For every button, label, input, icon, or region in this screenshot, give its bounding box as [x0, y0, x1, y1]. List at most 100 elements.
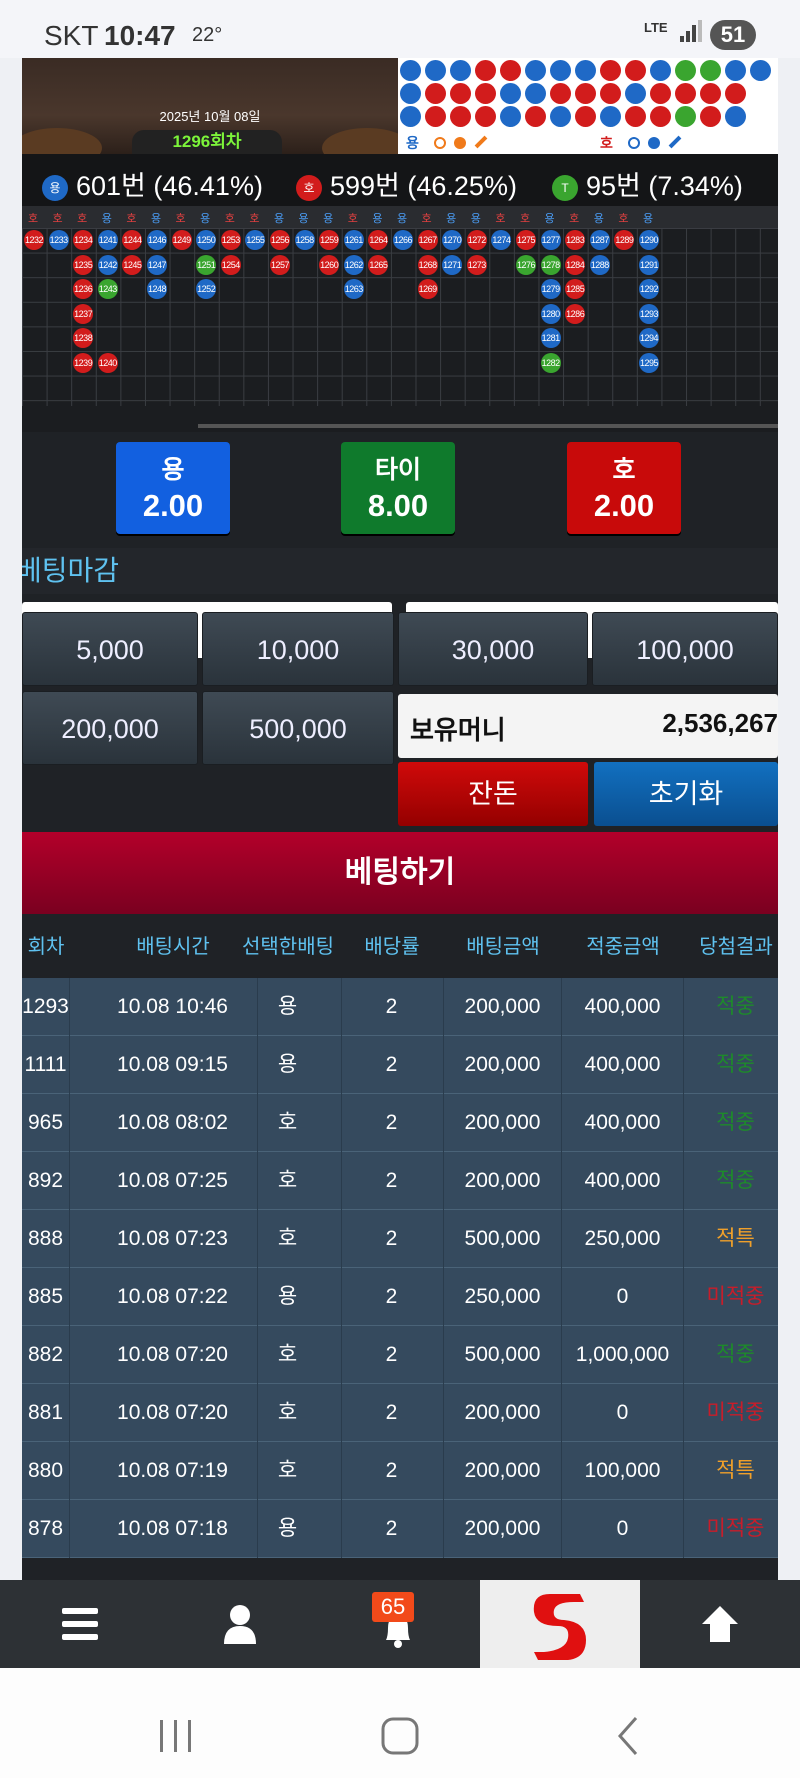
cell-choice: 용 — [234, 1268, 342, 1326]
bead-cell: 1295 — [639, 353, 659, 373]
legend-circle-icon — [434, 137, 446, 149]
chip-100000-button[interactable]: 100,000 — [592, 612, 778, 686]
network-label: LTE — [644, 20, 668, 35]
dragon-name: 용 — [161, 456, 185, 484]
mini-road-cell — [625, 60, 646, 81]
tie-stat-text: 95번 (7.34%) — [586, 171, 743, 201]
mini-road-cell — [525, 60, 546, 81]
col-choice: 선택한배팅 — [242, 936, 334, 958]
cell-win: 100,000 — [562, 1442, 684, 1500]
bead-cell: 1237 — [73, 303, 94, 324]
table-row[interactable]: 878 10.08 07:18 용 2 200,000 0 미적중 — [22, 1500, 778, 1558]
mini-road-cell — [425, 60, 446, 81]
balance-box: 보유머니 2,536,267 — [398, 694, 778, 758]
cell-odds: 2 — [340, 978, 444, 1036]
bead-cell: 1241 — [97, 230, 118, 250]
bet-history-table: 회차 배팅시간 선택한배팅 배당률 배팅금액 적중금액 당첨결과 1293 10.… — [22, 916, 778, 1558]
cell-bet: 200,000 — [444, 1152, 562, 1210]
bead-cell: 1261 — [343, 230, 364, 250]
bead-cell: 1284 — [565, 254, 586, 275]
cell-round: 1293 — [22, 978, 70, 1036]
menu-icon — [62, 1608, 98, 1640]
board-header-label: 용 — [544, 213, 555, 225]
mini-road-cell — [625, 83, 646, 104]
site-logo[interactable] — [480, 1580, 640, 1668]
bet-tie-button[interactable]: 타이 8.00 — [341, 442, 455, 534]
mini-road-cell — [700, 106, 721, 127]
chip-500000-button[interactable]: 500,000 — [202, 691, 394, 765]
bead-cell: 1249 — [171, 230, 192, 250]
cell-win: 400,000 — [562, 1036, 684, 1094]
bet-dragon-button[interactable]: 용 2.00 — [116, 442, 230, 534]
cell-choice: 용 — [234, 978, 342, 1036]
cell-bet: 500,000 — [444, 1210, 562, 1268]
board-header-label: 호 — [175, 213, 186, 225]
table-header: 회차 배팅시간 선택한배팅 배당률 배팅금액 적중금액 당첨결과 — [22, 916, 778, 978]
bet-tiger-button[interactable]: 호 2.00 — [567, 442, 681, 534]
recent-apps-icon[interactable] — [156, 1716, 196, 1756]
reset-button[interactable]: 초기화 — [594, 762, 778, 826]
table-row[interactable]: 892 10.08 07:25 호 2 200,000 400,000 적중 — [22, 1152, 778, 1210]
menu-button[interactable] — [40, 1580, 120, 1668]
col-odds: 배당률 — [364, 936, 420, 958]
place-bet-button[interactable]: 베팅하기 — [22, 832, 778, 914]
cell-bet: 200,000 — [444, 1384, 562, 1442]
cell-odds: 2 — [340, 1094, 444, 1152]
cell-result: 적중 — [686, 978, 778, 1036]
mini-road-cell — [700, 60, 721, 81]
table-row[interactable]: 880 10.08 07:19 호 2 200,000 100,000 적특 — [22, 1442, 778, 1500]
table-row[interactable]: 965 10.08 08:02 호 2 200,000 400,000 적중 — [22, 1094, 778, 1152]
chip-5000-button[interactable]: 5,000 — [22, 612, 198, 686]
col-round: 회차 — [27, 936, 65, 958]
board-header: 호호호용호용호용호호용용용호용용호용용호호용호용호용 — [22, 206, 778, 228]
back-icon[interactable] — [608, 1716, 648, 1756]
board-scrollbar[interactable] — [198, 424, 778, 428]
tie-stat: T 95번 (7.34%) — [552, 164, 743, 203]
game-app: 2025년 10월 08일 1296회차 용 호 용 601번 (46.41%) … — [22, 58, 778, 1580]
mini-road-cell — [600, 60, 621, 81]
board-header-label: 용 — [273, 213, 285, 225]
cell-time: 10.08 09:15 — [88, 1036, 258, 1094]
dragon-stat: 용 601번 (46.41%) — [42, 164, 263, 203]
mini-road-cell — [550, 83, 571, 104]
mini-road-cell — [475, 60, 496, 81]
board-header-label: 호 — [569, 213, 580, 225]
mini-road-cell — [550, 106, 571, 127]
cell-win: 400,000 — [562, 978, 684, 1036]
board-header-label: 용 — [200, 213, 211, 225]
cell-result: 적특 — [686, 1442, 778, 1500]
legend-slash-icon — [474, 135, 488, 149]
bead-cell: 1288 — [589, 254, 610, 275]
mini-road-cell — [400, 83, 421, 104]
chip-200000-button[interactable]: 200,000 — [22, 691, 198, 765]
chip-30000-button[interactable]: 30,000 — [398, 612, 588, 686]
mini-road-cell — [550, 60, 571, 81]
board-header-label: 호 — [618, 213, 629, 225]
table-row[interactable]: 885 10.08 07:22 용 2 250,000 0 미적중 — [22, 1268, 778, 1326]
mini-road-cell — [525, 83, 546, 104]
bead-cell: 1279 — [540, 279, 561, 300]
game-video-thumbnail: 2025년 10월 08일 1296회차 — [22, 58, 398, 154]
board-header-label: 용 — [446, 213, 457, 225]
scroll-top-button[interactable] — [680, 1580, 760, 1668]
cell-choice: 호 — [234, 1384, 342, 1442]
profile-button[interactable] — [200, 1580, 280, 1668]
round-number: 1296회차 — [132, 130, 282, 154]
table-row[interactable]: 882 10.08 07:20 호 2 500,000 1,000,000 적중 — [22, 1326, 778, 1384]
home-icon[interactable] — [380, 1716, 420, 1756]
table-row[interactable]: 881 10.08 07:20 호 2 200,000 0 미적중 — [22, 1384, 778, 1442]
temperature: 22° — [192, 24, 223, 46]
bead-cell: 1280 — [540, 303, 561, 324]
change-button[interactable]: 잔돈 — [398, 762, 588, 826]
tiger-name: 호 — [612, 456, 636, 484]
table-row[interactable]: 888 10.08 07:23 호 2 500,000 250,000 적특 — [22, 1210, 778, 1268]
table-row[interactable]: 1293 10.08 10:46 용 2 200,000 400,000 적중 — [22, 978, 778, 1036]
board-header-label: 용 — [323, 213, 334, 225]
chip-10000-button[interactable]: 10,000 — [202, 612, 394, 686]
bead-cell: 1273 — [466, 254, 487, 275]
mini-road-cell — [475, 106, 496, 127]
table-row[interactable]: 1111 10.08 09:15 용 2 200,000 400,000 적중 — [22, 1036, 778, 1094]
cell-choice: 호 — [234, 1094, 342, 1152]
bead-cell: 1278 — [540, 254, 561, 275]
cell-round: 892 — [22, 1152, 70, 1210]
